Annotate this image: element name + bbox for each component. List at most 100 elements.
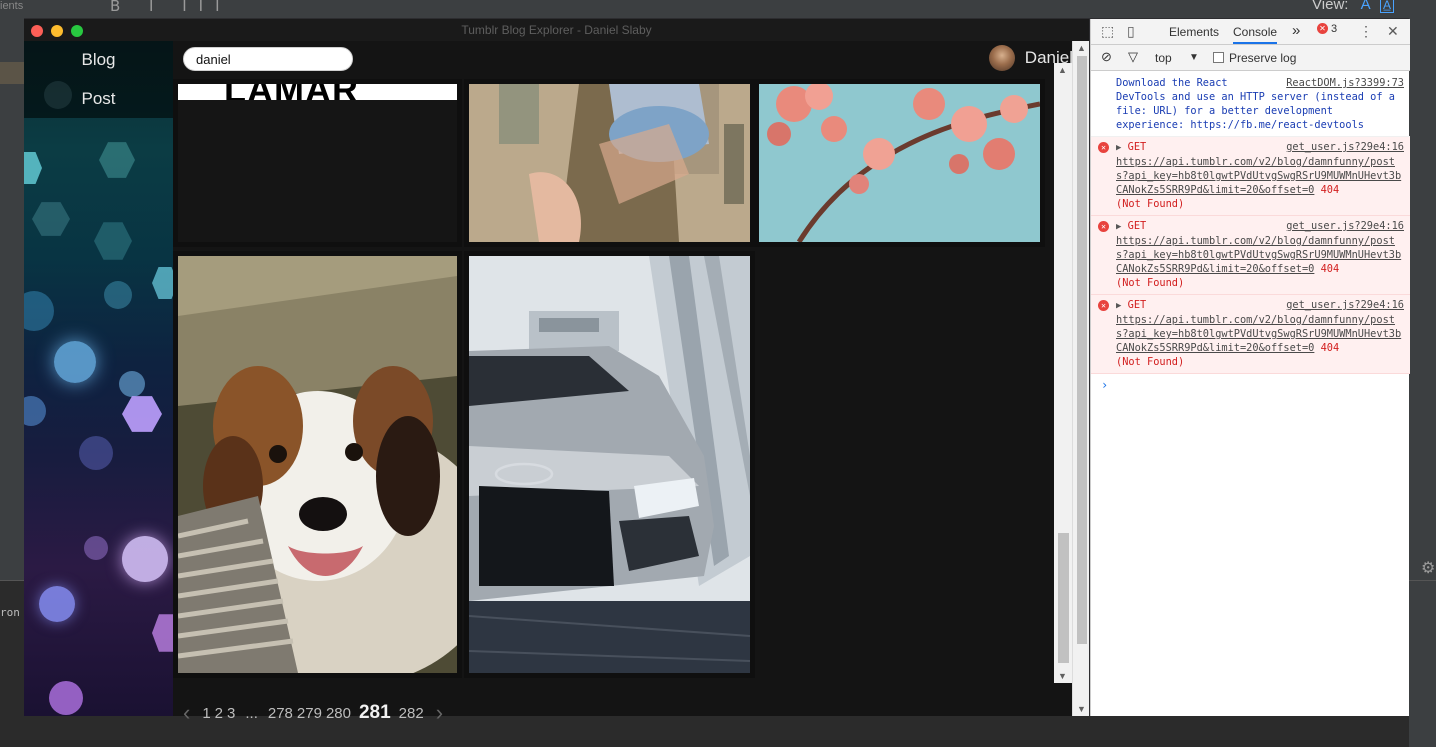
expand-arrow-icon[interactable]: ▶	[1116, 301, 1121, 311]
next-page-button[interactable]: ›	[436, 700, 443, 726]
error-icon: ✕	[1098, 300, 1109, 311]
message-source-link[interactable]: ReactDOM.js?3399:73	[1286, 76, 1404, 90]
clear-console-icon[interactable]: ⊘	[1101, 49, 1112, 65]
bokeh-hexagon	[94, 222, 132, 260]
search-input[interactable]	[183, 47, 353, 71]
preserve-log-toggle[interactable]: Preserve log	[1213, 51, 1296, 65]
status-text: (Not Found)	[1116, 356, 1185, 368]
message-source-link[interactable]: get_user.js?29e4:16	[1286, 140, 1404, 154]
request-url[interactable]: https://api.tumblr.com/v2/blog/damnfunny…	[1116, 235, 1401, 275]
console-error-message: ✕ get_user.js?29e4:16 ▶ GET https://api.…	[1091, 295, 1410, 374]
preserve-log-checkbox[interactable]	[1213, 52, 1224, 63]
window-scrollbar[interactable]: ▲ ▼	[1072, 41, 1089, 716]
photo-grid: LAMAR	[173, 79, 1079, 679]
message-source-link[interactable]: get_user.js?29e4:16	[1286, 298, 1404, 312]
bokeh-light	[24, 396, 46, 426]
scrollbar-thumb[interactable]	[1077, 56, 1087, 644]
bokeh-light	[54, 341, 96, 383]
lamar-dark-area	[178, 100, 457, 242]
status-text: (Not Found)	[1116, 198, 1185, 210]
nav-post[interactable]: Post	[24, 89, 173, 109]
photo-tile-lamar[interactable]: LAMAR	[173, 79, 462, 247]
scroll-up-arrow-icon[interactable]: ▲	[1054, 63, 1071, 77]
view-b-button[interactable]: A̲	[1379, 0, 1394, 13]
bokeh-light	[49, 681, 83, 715]
bokeh-light	[122, 536, 168, 582]
error-icon: ✕	[1098, 221, 1109, 232]
photo-tile-beach[interactable]	[464, 79, 755, 247]
gear-icon[interactable]: ⚙	[1421, 558, 1435, 578]
devtools-panel: ⬚ ▯ Elements Console » ✕ 3 ⋮ ✕ ⊘ ▽ top ▼ …	[1090, 19, 1410, 716]
photo-tile-car[interactable]	[464, 251, 755, 678]
scroll-up-arrow-icon[interactable]: ▲	[1073, 41, 1090, 55]
tab-console[interactable]: Console	[1233, 25, 1278, 44]
page-link[interactable]: 282	[399, 705, 424, 722]
scroll-down-arrow-icon[interactable]: ▼	[1054, 669, 1071, 683]
status-code: 404	[1320, 184, 1340, 196]
bokeh-hexagon	[24, 152, 42, 184]
bokeh-light	[24, 291, 54, 331]
console-output: ReactDOM.js?3399:73 Download the React D…	[1091, 72, 1410, 716]
page-link[interactable]: 279	[297, 705, 322, 722]
more-tabs-button[interactable]: »	[1292, 22, 1300, 39]
nav-blog[interactable]: Blog	[24, 50, 173, 70]
request-url[interactable]: https://api.tumblr.com/v2/blog/damnfunny…	[1116, 314, 1401, 354]
scroll-down-arrow-icon[interactable]: ▼	[1073, 702, 1090, 716]
message-source-link[interactable]: get_user.js?29e4:16	[1286, 219, 1404, 233]
console-toolbar: ⊘ ▽ top ▼ Preserve log	[1091, 45, 1410, 71]
status-text: (Not Found)	[1116, 277, 1185, 289]
close-icon[interactable]: ✕	[1387, 23, 1399, 40]
context-selector[interactable]: top	[1155, 51, 1172, 65]
photo-tile-dog[interactable]	[173, 251, 462, 678]
page-link[interactable]: 278	[268, 705, 293, 722]
expand-arrow-icon[interactable]: ▶	[1116, 143, 1121, 153]
main-content: Daniel LAMAR	[173, 41, 1089, 725]
console-error-message: ✕ get_user.js?29e4:16 ▶ GET https://api.…	[1091, 216, 1410, 295]
photo-tile-flowers[interactable]	[754, 79, 1045, 247]
format-toolbar[interactable]: B I III	[110, 0, 232, 15]
status-code: 404	[1320, 342, 1340, 354]
error-count-badge[interactable]: ✕ 3	[1317, 23, 1337, 35]
content-scrollbar[interactable]: ▲ ▼	[1054, 63, 1072, 683]
chevron-down-icon[interactable]: ▼	[1189, 52, 1199, 63]
request-method: GET	[1127, 141, 1147, 153]
avatar[interactable]	[988, 45, 1015, 71]
editor-highlight-band	[0, 62, 24, 84]
bokeh-hexagon	[152, 614, 173, 652]
request-method: GET	[1127, 299, 1147, 311]
page-current[interactable]: 281	[359, 702, 391, 724]
flower-photo	[759, 84, 1040, 242]
editor-tab-label: ients	[0, 0, 24, 12]
lamar-text: LAMAR	[224, 84, 359, 100]
view-a-button[interactable]: A	[1361, 0, 1370, 13]
editor-right-gutter: ⚙	[1409, 18, 1436, 747]
page-link[interactable]: 1	[202, 705, 210, 722]
console-info-message: ReactDOM.js?3399:73 Download the React D…	[1091, 72, 1410, 137]
expand-arrow-icon[interactable]: ▶	[1116, 222, 1121, 232]
car-photo	[469, 256, 750, 673]
device-toolbar-icon[interactable]: ▯	[1127, 23, 1135, 40]
request-url[interactable]: https://api.tumblr.com/v2/blog/damnfunny…	[1116, 156, 1401, 196]
more-options-icon[interactable]: ⋮	[1359, 23, 1373, 40]
preserve-log-label: Preserve log	[1229, 51, 1297, 65]
inspect-element-icon[interactable]: ⬚	[1101, 23, 1114, 40]
page-link[interactable]: 2	[215, 705, 223, 722]
page-link[interactable]: 280	[326, 705, 351, 722]
scrollbar-thumb[interactable]	[1058, 533, 1069, 663]
status-code: 404	[1320, 263, 1340, 275]
dog-photo	[178, 256, 457, 673]
view-label: View:	[1312, 0, 1349, 13]
editor-lower-text: ron	[0, 606, 20, 619]
page-ellipsis: ...	[245, 704, 258, 722]
error-count: 3	[1331, 23, 1338, 35]
window-title: Tumblr Blog Explorer - Daniel Slaby	[461, 23, 652, 37]
filter-icon[interactable]: ▽	[1128, 49, 1138, 65]
prev-page-button[interactable]: ‹	[183, 700, 190, 726]
page-link[interactable]: 3	[227, 705, 235, 722]
bokeh-light	[39, 586, 75, 622]
pagination: ‹ 1 2 3 ... 278 279 280 281 282 ›	[183, 700, 447, 726]
bokeh-light	[104, 281, 132, 309]
console-prompt[interactable]: ›	[1091, 374, 1410, 396]
tab-elements[interactable]: Elements	[1169, 25, 1219, 39]
panel-divider	[1409, 580, 1436, 581]
